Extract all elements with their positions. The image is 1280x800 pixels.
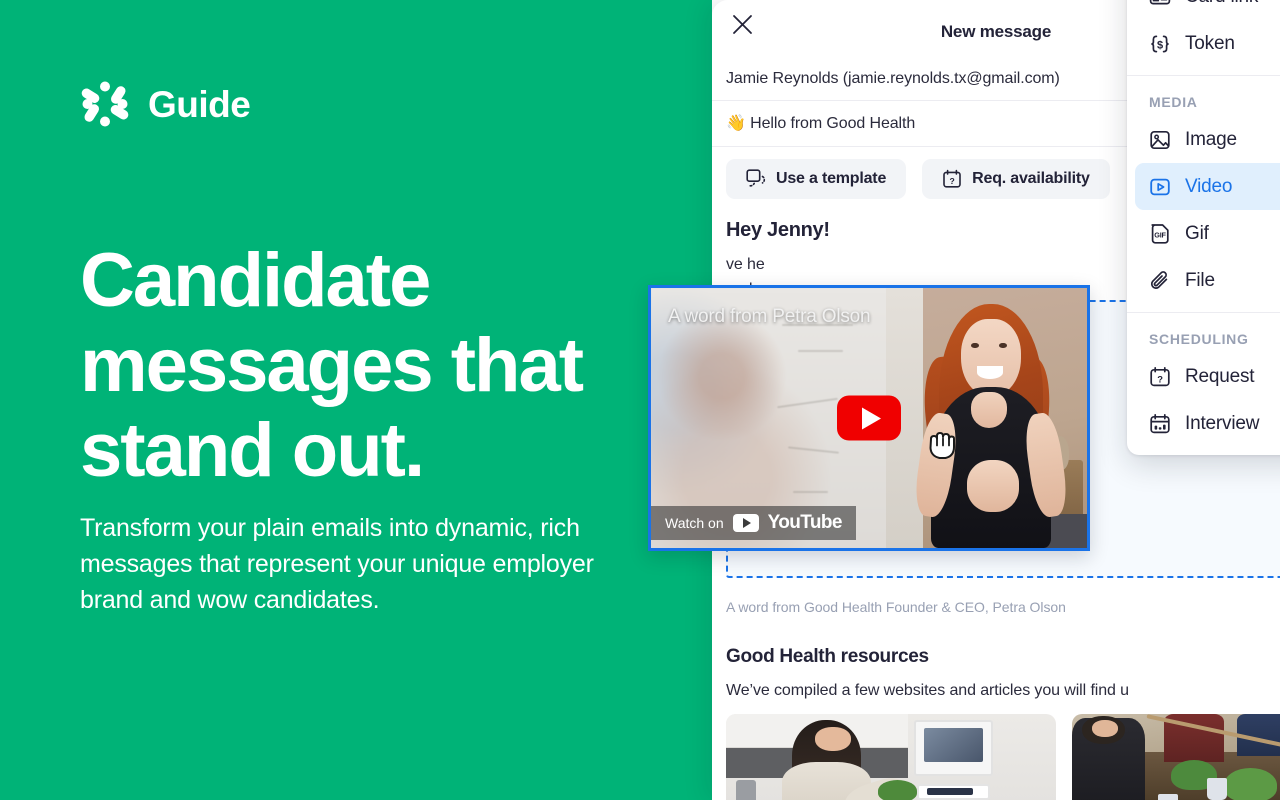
kitchen-photo-card[interactable] <box>726 714 1056 800</box>
menu-item-file[interactable]: File <box>1135 257 1280 304</box>
watch-on-label: Watch on <box>665 515 724 531</box>
video-caption: A word from Good Health Founder & CEO, P… <box>726 599 1066 615</box>
svg-text:$: $ <box>1157 39 1163 51</box>
card-link-icon <box>1149 0 1171 4</box>
menu-item-file-label: File <box>1185 269 1215 291</box>
menu-item-gif-label: Gif <box>1185 222 1209 244</box>
guide-pinwheel-logo-icon <box>81 81 129 127</box>
menu-item-video-label: Video <box>1185 175 1233 197</box>
gif-icon: GIF <box>1151 223 1169 244</box>
brand-logo: Guide <box>80 79 251 129</box>
menu-item-card-link[interactable]: Card link <box>1135 0 1280 20</box>
menu-item-image[interactable]: Image <box>1135 116 1280 163</box>
menu-divider-2 <box>1127 312 1280 313</box>
svg-text:GIF: GIF <box>1154 230 1166 239</box>
resource-card-row <box>726 714 1280 800</box>
use-a-template-button[interactable]: Use a template <box>726 159 907 199</box>
resources-paragraph: We’ve compiled a few websites and articl… <box>726 682 1129 699</box>
menu-item-interview[interactable]: Interview <box>1135 400 1280 447</box>
template-icon <box>746 169 766 187</box>
menu-item-gif[interactable]: GIF Gif <box>1135 210 1280 257</box>
menu-item-image-label: Image <box>1185 128 1237 150</box>
menu-item-video[interactable]: Video <box>1135 163 1280 210</box>
youtube-wordmark: YouTube <box>767 512 843 533</box>
video-embed-card[interactable]: A word from Petra Olson Watch on YouTube <box>648 285 1090 551</box>
menu-item-request-label: Request <box>1185 365 1255 387</box>
svg-text:?: ? <box>1157 373 1163 384</box>
menu-section-media-label: MEDIA <box>1149 94 1198 110</box>
calendar-question-icon: ? <box>943 169 961 188</box>
youtube-play-icon[interactable] <box>837 395 901 441</box>
paperclip-icon <box>1150 270 1168 289</box>
svg-text:?: ? <box>950 176 955 186</box>
use-a-template-label: Use a template <box>776 170 887 187</box>
brand-logo-text: Guide <box>148 83 251 125</box>
hero-subtitle: Transform your plain emails into dynamic… <box>80 514 594 614</box>
menu-item-card-link-label: Card link <box>1185 0 1258 8</box>
body-hidden-line-1: ve he <box>726 256 765 273</box>
resources-title: Good Health resources <box>726 646 929 667</box>
menu-section-scheduling-label: SCHEDULING <box>1149 331 1249 347</box>
req-availability-button[interactable]: ? Req. availability <box>922 159 1110 199</box>
video-title: A word from Petra Olson <box>668 306 871 327</box>
menu-divider-1 <box>1127 75 1280 76</box>
watch-on-youtube-button[interactable]: Watch on YouTube <box>651 506 856 540</box>
menu-item-interview-label: Interview <box>1185 412 1260 434</box>
image-icon <box>1150 130 1170 149</box>
youtube-mini-icon <box>732 514 759 532</box>
hero-title: Candidate messages that stand out. <box>80 238 584 493</box>
insert-content-menu: Quote Card link $ Token MEDIA <box>1127 0 1280 455</box>
gardening-photo-card[interactable] <box>1072 714 1280 800</box>
req-availability-label: Req. availability <box>972 170 1090 187</box>
token-icon: $ <box>1151 35 1169 52</box>
video-icon <box>1150 178 1170 195</box>
hero-panel: Guide Candidate messages that stand out.… <box>0 0 712 800</box>
menu-item-token[interactable]: $ Token <box>1135 20 1280 67</box>
menu-item-token-label: Token <box>1185 32 1235 54</box>
calendar-question-icon: ? <box>1150 366 1170 386</box>
video-thumbnail-portrait <box>886 288 1087 548</box>
menu-item-request[interactable]: ? Request <box>1135 353 1280 400</box>
calendar-interview-icon <box>1150 413 1170 433</box>
screenshot-root: Guide Candidate messages that stand out.… <box>0 0 1280 800</box>
